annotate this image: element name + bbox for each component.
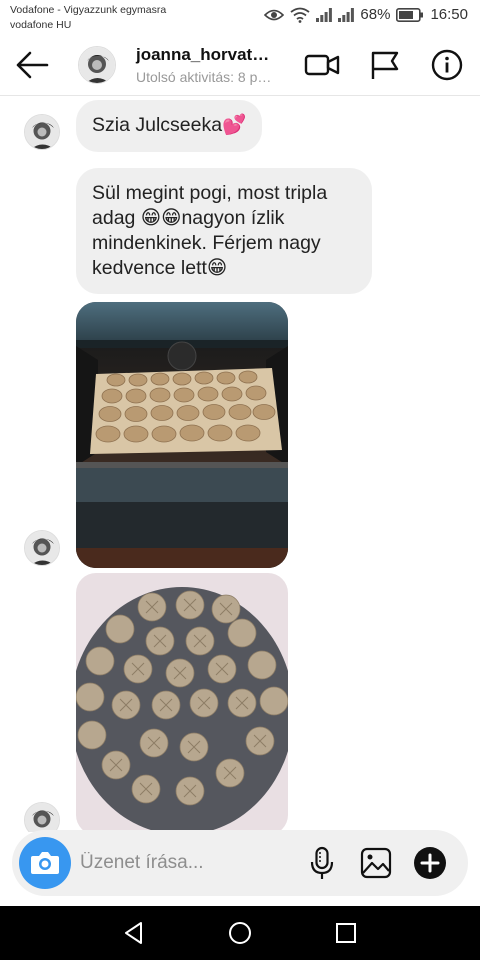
- chat-header: joanna_horvat… Utolsó aktivitás: 8 p…: [0, 34, 480, 96]
- status-indicators: 68% 16:50: [264, 6, 468, 23]
- nav-recents-button[interactable]: [331, 918, 361, 948]
- microphone-icon: [310, 846, 334, 879]
- eye-icon: [264, 9, 285, 20]
- carrier-name: Vodafone - Vigyazzunk egymasra: [10, 4, 167, 16]
- camera-button[interactable]: [19, 837, 71, 889]
- clock: 16:50: [430, 6, 468, 23]
- avatar-image: [79, 47, 115, 83]
- dough-photo: [76, 573, 288, 832]
- video-call-button[interactable]: [304, 48, 340, 82]
- report-button[interactable]: [368, 48, 402, 82]
- video-call-icon: [304, 54, 340, 76]
- message-composer: [12, 830, 468, 896]
- sender-avatar[interactable]: [24, 114, 60, 150]
- system-nav-bar: [0, 906, 480, 960]
- gallery-icon: [360, 847, 392, 879]
- battery-percent: 68%: [360, 6, 391, 23]
- voice-message-button[interactable]: [304, 845, 340, 881]
- message-bubble[interactable]: Szia Julcseeka💕: [76, 100, 263, 152]
- wifi-icon: [290, 7, 310, 23]
- message-bubble[interactable]: Sül megint pogi, most tripla adag 😁😁nagy…: [76, 168, 372, 294]
- oven-photo: [76, 302, 288, 568]
- flag-icon: [371, 51, 399, 79]
- message-photo[interactable]: [76, 573, 288, 832]
- nav-back-icon: [125, 922, 142, 944]
- back-button[interactable]: [14, 48, 50, 82]
- plus-icon: [414, 847, 446, 879]
- signal-icon: [316, 7, 333, 22]
- gallery-button[interactable]: [358, 845, 394, 881]
- avatar-image: [25, 115, 59, 149]
- signal-icon-2: [338, 7, 355, 22]
- info-icon: [431, 49, 463, 81]
- avatar-image: [25, 803, 59, 832]
- battery-icon: [396, 7, 424, 22]
- avatar-image: [25, 531, 59, 565]
- back-arrow-icon: [16, 51, 49, 79]
- info-button[interactable]: [430, 48, 464, 82]
- nav-back-button[interactable]: [119, 918, 149, 948]
- message-list[interactable]: Szia Julcseeka💕 Sül megint pogi, most tr…: [0, 96, 480, 832]
- message-input[interactable]: [80, 845, 300, 881]
- sender-avatar[interactable]: [24, 802, 60, 832]
- nav-home-icon: [229, 922, 251, 944]
- status-bar: Vodafone - Vigyazzunk egymasra vodafone …: [0, 0, 480, 34]
- camera-icon: [31, 852, 59, 874]
- activity-status: Utolsó aktivitás: 8 p…: [136, 69, 272, 85]
- nav-home-button[interactable]: [225, 918, 255, 948]
- chat-username[interactable]: joanna_horvat…: [136, 45, 269, 65]
- sender-avatar[interactable]: [24, 530, 60, 566]
- nav-recents-icon: [336, 923, 356, 943]
- more-options-button[interactable]: [412, 845, 448, 881]
- message-photo[interactable]: [76, 302, 288, 568]
- avatar[interactable]: [78, 46, 116, 84]
- carrier-network: vodafone HU: [10, 19, 72, 31]
